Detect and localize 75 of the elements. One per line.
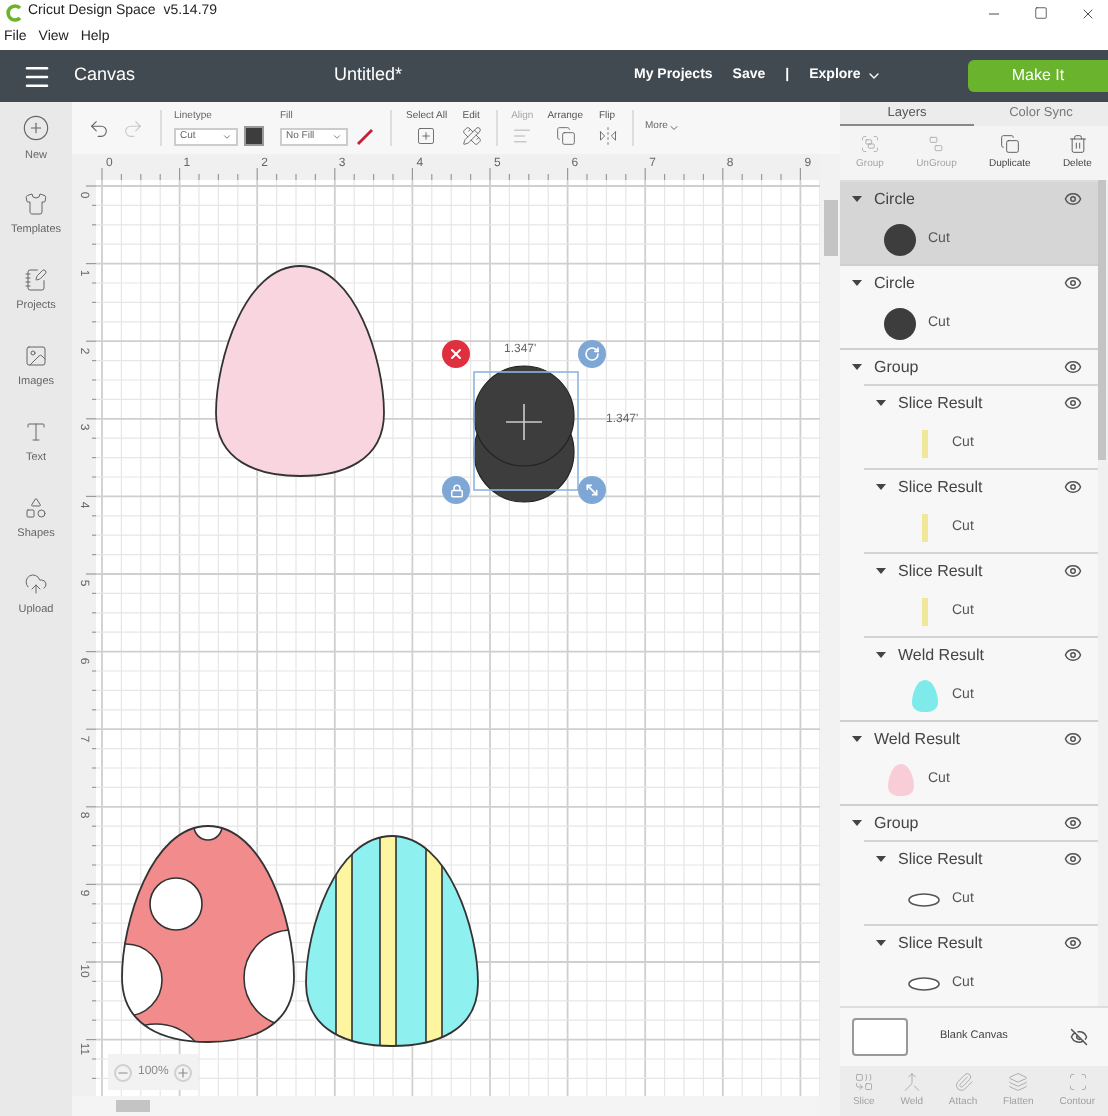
color-swatch[interactable] [244, 126, 264, 147]
layer-name: Circle [874, 187, 917, 211]
scrollbar-thumb[interactable] [116, 1100, 150, 1112]
striped-egg[interactable] [305, 835, 479, 1047]
layers-icon [1008, 1071, 1029, 1092]
caret-icon[interactable] [876, 398, 886, 408]
duplicate-icon [999, 133, 1020, 154]
chevron-down-icon [667, 122, 680, 134]
circle-shape[interactable] [473, 365, 575, 503]
document-title: Untitled* [334, 62, 405, 89]
letter-icon [24, 420, 48, 445]
align-icon [512, 126, 533, 147]
canvas-thumbnail[interactable] [852, 1018, 908, 1056]
eye-icon[interactable] [1064, 274, 1082, 292]
chevron-down-icon [332, 131, 342, 142]
caret-icon[interactable] [876, 650, 886, 660]
maximize-icon[interactable] [1034, 6, 1048, 20]
eye-icon[interactable] [1064, 850, 1082, 868]
layer-name: Circle [874, 271, 917, 295]
close-icon[interactable] [1080, 5, 1096, 21]
cloud-upload-icon [24, 572, 48, 597]
layer-name: Slice Result [898, 559, 985, 583]
egg-shape[interactable] [215, 265, 385, 477]
eye-icon[interactable] [1064, 646, 1082, 664]
ungroup-icon [926, 133, 947, 154]
layer-name: Slice Result [898, 847, 985, 871]
stack-icon [555, 126, 576, 147]
chevron-down-icon [222, 131, 232, 142]
trash-icon [1067, 133, 1088, 154]
caret-icon[interactable] [876, 482, 886, 492]
pencil-ruler-icon [461, 126, 482, 147]
eye-icon[interactable] [1064, 814, 1082, 832]
eye-off-icon[interactable] [1070, 1028, 1088, 1046]
shirt-icon [24, 192, 48, 217]
eye-icon[interactable] [1064, 190, 1082, 208]
caret-icon[interactable] [852, 734, 862, 744]
flip-icon [597, 126, 617, 147]
undo-icon[interactable] [88, 117, 110, 139]
paperclip-icon [953, 1071, 974, 1092]
caret-icon[interactable] [852, 278, 862, 288]
eye-icon[interactable] [1064, 562, 1082, 580]
layer-name: Group [874, 811, 921, 835]
chevron-down-icon [866, 68, 883, 84]
caret-icon[interactable] [852, 362, 862, 372]
selection-box[interactable] [473, 371, 579, 491]
image-icon [24, 344, 48, 369]
shapes-icon [24, 496, 48, 521]
weld-icon [901, 1071, 922, 1092]
notebook-icon [24, 268, 48, 293]
section-title: Canvas [74, 62, 138, 89]
scrollbar-thumb[interactable] [823, 200, 837, 256]
caret-icon[interactable] [852, 194, 862, 204]
eye-icon[interactable] [1064, 394, 1082, 412]
layer-name: Slice Result [898, 931, 985, 955]
caret-icon[interactable] [876, 854, 886, 864]
eye-icon[interactable] [1064, 358, 1082, 376]
caret-icon[interactable] [876, 938, 886, 948]
layer-name: Weld Result [874, 727, 962, 751]
logo-icon [6, 4, 22, 22]
scrollbar-thumb[interactable] [1098, 180, 1106, 460]
eye-icon[interactable] [1064, 478, 1082, 496]
eye-icon[interactable] [1064, 934, 1082, 952]
layer-name: Weld Result [898, 643, 986, 667]
no-fill-icon[interactable] [356, 127, 374, 146]
eye-icon[interactable] [1064, 730, 1082, 748]
group-icon [860, 133, 880, 154]
slice-icon [853, 1071, 874, 1092]
contour-icon [1067, 1071, 1088, 1092]
menu-icon[interactable] [22, 61, 52, 91]
caret-icon[interactable] [876, 566, 886, 576]
caret-icon[interactable] [852, 818, 862, 828]
plus-circle-icon [22, 114, 50, 143]
layer-name: Slice Result [898, 475, 985, 499]
layer-name: Slice Result [898, 391, 985, 415]
layer-name: Group [874, 355, 921, 379]
